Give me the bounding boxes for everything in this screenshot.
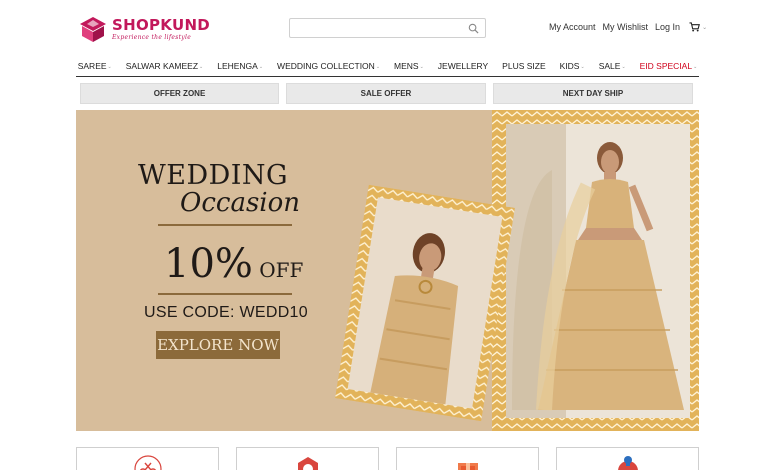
feature-gift[interactable] bbox=[396, 447, 539, 470]
search-icon[interactable] bbox=[468, 23, 479, 34]
nav-item-wedding-collection[interactable]: WEDDING COLLECTION⌄ bbox=[277, 61, 380, 71]
search-input[interactable] bbox=[290, 20, 460, 39]
nav-label: SAREE bbox=[77, 61, 107, 71]
account-links: My Account My Wishlist Log In ⌄ bbox=[549, 22, 707, 32]
nav-label: JEWELLERY bbox=[437, 61, 489, 71]
nav-item-plus-size[interactable]: PLUS SIZE bbox=[502, 61, 545, 71]
next-day-ship-button[interactable]: NEXT DAY SHIP bbox=[493, 83, 693, 104]
promo-code: USE CODE: WEDD10 bbox=[144, 304, 308, 321]
logo-mark-icon bbox=[80, 17, 106, 42]
feature-tailoring[interactable] bbox=[76, 447, 219, 470]
scissors-icon bbox=[133, 455, 162, 470]
nav-item-salwar-kameez[interactable]: SALWAR KAMEEZ⌄ bbox=[126, 61, 203, 71]
nav-label: MENS bbox=[394, 61, 419, 71]
login-link[interactable]: Log In bbox=[655, 22, 680, 32]
chevron-down-icon: ⌄ bbox=[199, 63, 204, 70]
divider bbox=[158, 293, 292, 295]
chevron-down-icon: ⌄ bbox=[580, 63, 585, 70]
nav-item-eid-special[interactable]: EID SPECIAL⌄ bbox=[640, 61, 698, 71]
nav-item-mens[interactable]: MENS⌄ bbox=[394, 61, 424, 71]
my-account-link[interactable]: My Account bbox=[549, 22, 596, 32]
search-box bbox=[289, 18, 486, 39]
my-wishlist-link[interactable]: My Wishlist bbox=[603, 22, 649, 32]
promo-bar: OFFER ZONE SALE OFFER NEXT DAY SHIP bbox=[80, 83, 693, 104]
sale-offer-button[interactable]: SALE OFFER bbox=[286, 83, 486, 104]
chevron-down-icon: ⌄ bbox=[107, 63, 112, 70]
discount-value: 10% bbox=[164, 241, 253, 287]
nav-item-kids[interactable]: KIDS⌄ bbox=[560, 61, 585, 71]
logo-name: SHOPKUND bbox=[112, 15, 211, 34]
hero-banner[interactable]: WEDDING Occasion 10% OFF USE CODE: WEDD1… bbox=[76, 110, 699, 431]
nav-label: EID SPECIAL bbox=[639, 61, 693, 71]
feature-delivery[interactable] bbox=[556, 447, 699, 470]
explore-now-button[interactable]: EXPLORE NOW bbox=[156, 331, 280, 359]
nav-label: PLUS SIZE bbox=[502, 61, 546, 71]
chevron-down-icon: ⌄ bbox=[419, 63, 424, 70]
gift-icon bbox=[457, 463, 478, 470]
nav-label: LEHENGA bbox=[217, 61, 258, 71]
chevron-down-icon: ⌄ bbox=[375, 63, 381, 70]
shopkund-logo[interactable]: SHOPKUND Experience the lifestyle bbox=[78, 14, 218, 44]
chevron-down-icon: ⌄ bbox=[693, 63, 698, 70]
badge-icon bbox=[297, 457, 318, 470]
nav-label: SALE bbox=[598, 61, 621, 71]
banner-title: WEDDING bbox=[138, 160, 289, 191]
chevron-down-icon: ⌄ bbox=[621, 63, 626, 70]
nav-item-sale[interactable]: SALE⌄ bbox=[599, 61, 626, 71]
divider bbox=[158, 224, 292, 226]
chevron-down-icon: ⌄ bbox=[258, 63, 264, 70]
delivery-icon bbox=[617, 456, 638, 470]
nav-label: KIDS bbox=[559, 61, 580, 71]
cart-dropdown-caret[interactable]: ⌄ bbox=[702, 24, 707, 31]
discount-suffix: OFF bbox=[252, 258, 304, 282]
cart-icon[interactable] bbox=[689, 22, 700, 32]
offer-zone-button[interactable]: OFFER ZONE bbox=[80, 83, 279, 104]
nav-item-lehenga[interactable]: LEHENGA⌄ bbox=[217, 61, 263, 71]
logo-tagline: Experience the lifestyle bbox=[112, 33, 192, 41]
main-nav: SAREE⌄ SALWAR KAMEEZ⌄ LEHENGA⌄ WEDDING C… bbox=[76, 56, 699, 77]
model-photo-large bbox=[492, 110, 699, 431]
banner-subtitle: Occasion bbox=[180, 188, 300, 218]
feature-row bbox=[76, 447, 699, 470]
discount-text: 10% OFF bbox=[164, 244, 303, 284]
nav-item-jewellery[interactable]: JEWELLERY bbox=[438, 61, 488, 71]
nav-label: WEDDING COLLECTION bbox=[277, 61, 375, 71]
nav-item-saree[interactable]: SAREE⌄ bbox=[78, 61, 112, 71]
feature-quality[interactable] bbox=[236, 447, 379, 470]
nav-label: SALWAR KAMEEZ bbox=[125, 61, 199, 71]
banner-text-panel: WEDDING Occasion 10% OFF USE CODE: WEDD1… bbox=[76, 110, 376, 431]
